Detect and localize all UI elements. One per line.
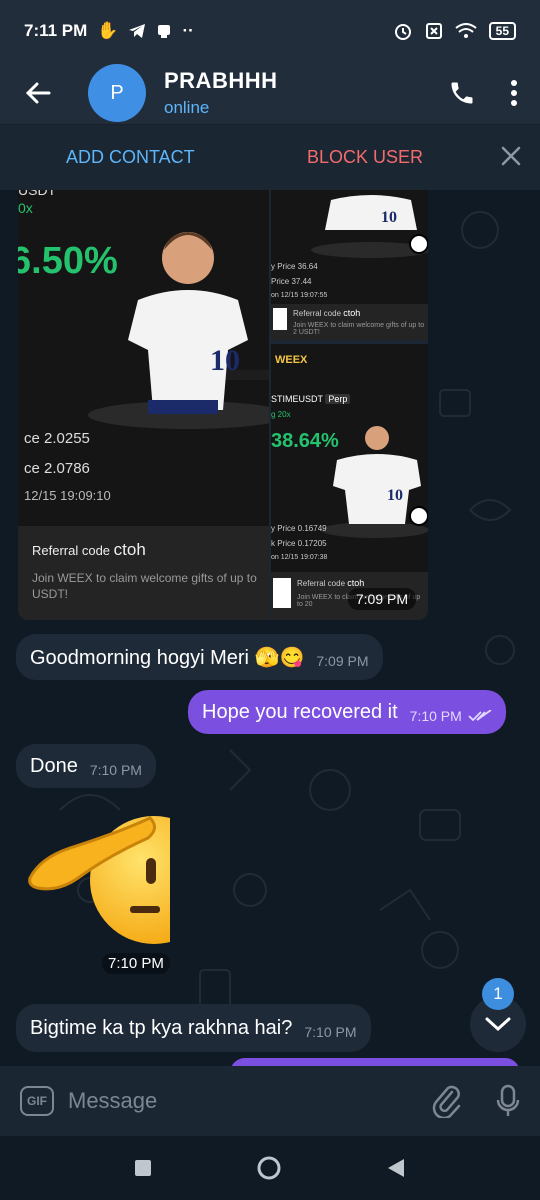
incoming-message[interactable]: Goodmorning hogyi Meri 🫣😋 7:09 PM — [16, 634, 383, 680]
message-text: Bigtime ka tp kya rakhna hai? — [30, 1016, 293, 1039]
card-leverage: g 20x — [271, 410, 291, 419]
weex-logo: WEEX — [275, 354, 308, 366]
unread-count-badge: 1 — [482, 978, 514, 1010]
card-date: on 12/15 19:07:55 — [271, 292, 328, 299]
contact-action-bar: ADD CONTACT BLOCK USER — [0, 124, 540, 190]
close-icon[interactable] — [500, 145, 522, 167]
card-date: 12/15 19:09:10 — [24, 488, 111, 503]
back-nav-icon[interactable] — [386, 1157, 406, 1179]
system-navigation-bar — [0, 1136, 540, 1200]
svg-text:10: 10 — [210, 344, 240, 377]
football-player-image: 10 — [311, 195, 428, 258]
card-price-2: k Price 0.17205 — [271, 539, 327, 548]
telegram-icon — [129, 24, 146, 38]
message-text: Done — [30, 754, 78, 777]
trade-card-image[interactable]: USDT 0x 6.50% 10 ce 2.0255 ce 2.0786 12/… — [18, 190, 269, 620]
status-time: 7:11 PM — [24, 21, 88, 40]
message-input[interactable] — [68, 1088, 388, 1114]
trade-card-image[interactable]: WEEX STIMEUSDT Perp g 20x 38.64% 10 y Pr… — [271, 344, 428, 620]
avatar[interactable]: P — [88, 64, 146, 122]
chevron-down-icon — [485, 1017, 511, 1032]
block-user-button[interactable]: BLOCK USER — [307, 147, 423, 168]
battery-indicator: 55 — [488, 22, 516, 40]
message-composer: GIF — [0, 1066, 540, 1136]
card-entry-price: ce 2.0255 — [24, 430, 90, 447]
message-time: 7:09 PM — [316, 653, 369, 669]
outgoing-message[interactable]: Hope you recovered it 7:10 PM — [188, 690, 506, 734]
message-time: 7:09 PM — [347, 588, 416, 610]
contact-info[interactable]: PRABHHH online — [164, 68, 278, 118]
gif-icon[interactable]: GIF — [20, 1086, 54, 1116]
phone-icon[interactable] — [448, 79, 476, 107]
incoming-message[interactable]: Done 7:10 PM — [16, 744, 156, 788]
card-date: on 12/15 19:07:38 — [271, 554, 328, 561]
alarm-icon — [394, 24, 411, 40]
chat-area[interactable]: USDT 0x 6.50% 10 ce 2.0255 ce 2.0786 12/… — [0, 190, 540, 1066]
qr-code-icon — [273, 308, 287, 330]
contact-status: online — [164, 98, 210, 117]
wave-icon: ✋ — [97, 21, 119, 40]
card-leverage: 0x — [18, 200, 33, 216]
referral-label: Referral code — [32, 543, 111, 558]
svg-text:10: 10 — [387, 487, 403, 504]
card-symbol: STIMEUSDT Perp — [271, 394, 351, 404]
referral-text: Join WEEX to claim welcome gifts of up t… — [293, 322, 425, 336]
more-dots-icon: ·· — [182, 21, 194, 40]
arrow-left-icon — [25, 82, 51, 104]
notification-icon — [158, 25, 171, 38]
message-text: Hope you recovered it — [202, 700, 398, 723]
message-time: 7:10 PM — [409, 708, 462, 724]
message-time: 7:10 PM — [89, 762, 142, 778]
home-icon[interactable] — [256, 1155, 282, 1181]
referral-box: Referral code ctoh Join WEEX to claim we… — [18, 526, 269, 620]
football-player-image: 10 — [321, 426, 428, 538]
chat-header: P PRABHHH online — [0, 62, 540, 124]
sim-off-icon — [425, 23, 442, 39]
recents-icon[interactable] — [134, 1159, 152, 1177]
card-price-2: Price 37.44 — [271, 277, 312, 286]
football-player-image: 10 — [88, 232, 269, 429]
referral-text: Join WEEX to claim welcome gifts of up t… — [32, 571, 257, 601]
microphone-icon[interactable] — [496, 1084, 520, 1118]
referral-label: Referral code ctoh — [297, 578, 365, 588]
double-check-icon — [468, 710, 492, 722]
message-text: Goodmorning hogyi Meri 🫣😋 — [30, 646, 305, 669]
svg-text:10: 10 — [381, 209, 397, 226]
wifi-icon — [455, 23, 477, 38]
saluting-face-sticker[interactable] — [26, 808, 170, 948]
referral-label: Referral code ctoh — [293, 308, 361, 318]
card-price-1: y Price 36.64 — [271, 262, 318, 271]
card-symbol: USDT — [18, 190, 57, 198]
message-time: 7:10 PM — [304, 1024, 357, 1040]
message-time: 7:10 PM — [102, 953, 170, 974]
more-vertical-icon[interactable] — [510, 79, 518, 107]
status-bar: 7:11 PM ✋ ·· 55 — [0, 0, 540, 62]
media-album[interactable]: USDT 0x 6.50% 10 ce 2.0255 ce 2.0786 12/… — [18, 190, 428, 620]
trade-card-image[interactable]: 10 y Price 36.64 Price 37.44 on 12/15 19… — [271, 190, 428, 340]
contact-name: PRABHHH — [164, 68, 278, 93]
card-price-1: y Price 0.16749 — [271, 524, 327, 533]
card-last-price: ce 2.0786 — [24, 460, 90, 477]
qr-code-icon — [273, 578, 291, 608]
paperclip-icon[interactable] — [432, 1084, 462, 1118]
outgoing-message[interactable] — [230, 1058, 520, 1066]
add-contact-button[interactable]: ADD CONTACT — [66, 147, 195, 168]
incoming-message[interactable]: Bigtime ka tp kya rakhna hai? 7:10 PM — [16, 1004, 371, 1052]
referral-code: ctoh — [113, 540, 146, 559]
back-button[interactable] — [16, 71, 60, 115]
